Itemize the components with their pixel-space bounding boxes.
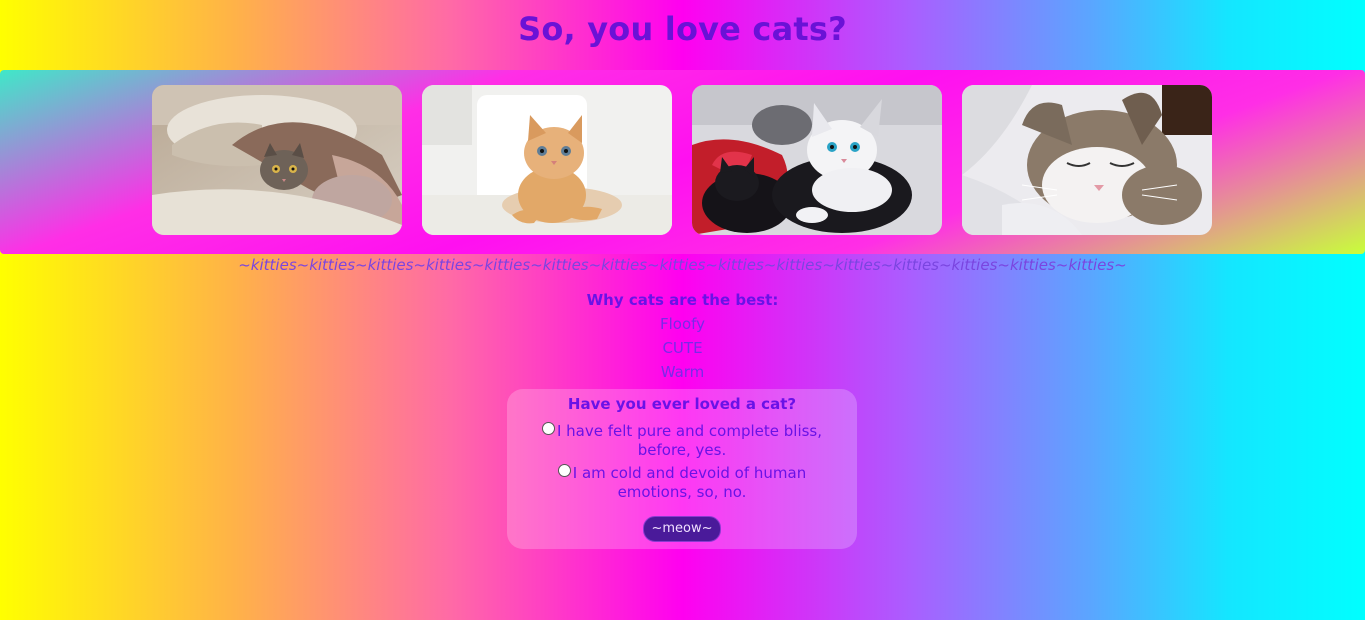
meow-submit-button[interactable]: ~meow~ [643, 516, 721, 542]
radio-no[interactable] [557, 464, 571, 477]
form-question: Have you ever loved a cat? [567, 395, 797, 413]
cat-image-orange-kitten [422, 85, 672, 235]
cat-image-tabby-under-blanket [152, 85, 402, 235]
kitties-banner: ~kitties~kitties~kitties~kitties~kitties… [238, 256, 1127, 274]
cat-image-sleeping-cat [962, 85, 1212, 235]
radio-yes[interactable] [541, 422, 555, 435]
cat-image-two-kittens [692, 85, 942, 235]
page-title: So, you love cats? [518, 10, 847, 48]
reasons-section: Why cats are the best: Floofy CUTE Warm [0, 290, 1365, 384]
option-yes-label: I have felt pure and complete bliss, bef… [556, 422, 823, 459]
cat-photo-1 [152, 85, 402, 235]
cat-photo-3 [692, 85, 942, 235]
reasons-list: Floofy CUTE Warm [0, 312, 1365, 384]
reasons-heading: Why cats are the best: [586, 291, 779, 309]
cat-gallery [0, 70, 1365, 254]
list-item: CUTE [662, 339, 703, 357]
cat-photo-4 [962, 85, 1212, 235]
cat-love-form: Have you ever loved a cat? I have felt p… [507, 389, 857, 549]
option-no[interactable]: I am cold and devoid of human emotions, … [542, 464, 822, 502]
option-no-label: I am cold and devoid of human emotions, … [572, 464, 807, 501]
cat-photo-2 [422, 85, 672, 235]
option-yes[interactable]: I have felt pure and complete bliss, bef… [532, 422, 832, 460]
list-item: Floofy [659, 315, 706, 333]
list-item: Warm [660, 363, 705, 381]
